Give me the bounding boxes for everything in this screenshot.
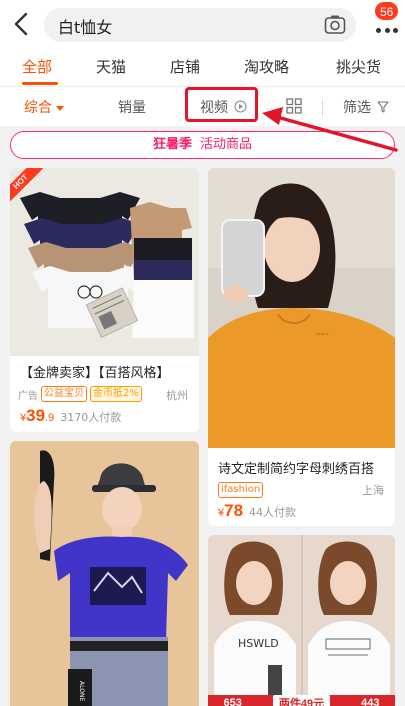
product-card[interactable]: HSWLD 653 两件49元 443 [208, 535, 395, 706]
price-banner: 653 两件49元 443 [208, 695, 395, 706]
product-card[interactable]: ALONE [10, 441, 199, 706]
product-title: 【金牌卖家】【百搭风格】 [20, 366, 170, 381]
shirt-print-text: ~~~ [316, 332, 329, 338]
video-filter-label: 视频 [200, 100, 228, 116]
search-query: 白t恤女 [58, 18, 113, 37]
product-image: HSWLD 653 两件49元 443 [208, 535, 395, 706]
category-tabs: 全部 天猫 店铺 淘攻略 挑尖货 [0, 48, 405, 86]
product-city: 杭州 [166, 389, 188, 402]
back-button[interactable] [10, 11, 32, 37]
product-title: 诗文定制简约字母刺绣百搭 [218, 462, 375, 477]
product-image: ALONE [10, 441, 199, 706]
filter-divider [322, 99, 323, 117]
filter-bar: 综合 销量 视频 筛选 [0, 86, 405, 126]
promo-secondary: 活动商品 [200, 137, 253, 152]
banner-right: 443 [361, 697, 380, 706]
blue-tshirt-model-image: ALONE [10, 441, 199, 706]
grid-view-icon[interactable] [286, 98, 302, 114]
promo-primary: 狂暑季 [152, 137, 192, 152]
tab-tmall[interactable]: 天猫 [96, 56, 126, 77]
filter-button[interactable]: 筛选 [343, 97, 390, 117]
video-filter-button[interactable]: 视频 [200, 97, 247, 117]
product-price: ¥78 44人付款 [218, 501, 296, 521]
tab-all[interactable]: 全部 [22, 56, 52, 77]
top-bar: 白t恤女 56 [0, 0, 405, 48]
ifashion-tag: ifashion [218, 482, 264, 498]
back-arrow-icon [14, 12, 28, 36]
search-input[interactable]: 白t恤女 [44, 8, 356, 42]
sort-comprehensive[interactable]: 综合 [24, 97, 64, 117]
price-decimal: .9 [45, 412, 55, 424]
coin-discount-tag: 金币抵2% [90, 386, 142, 402]
product-image: ~~~ [208, 168, 395, 448]
active-tab-indicator [22, 82, 58, 85]
play-icon [234, 100, 247, 113]
banner-left: 653 [223, 697, 242, 706]
twin-white-tshirt-image: HSWLD [208, 535, 395, 706]
tshirt-stack-image [10, 168, 199, 356]
price-integer: 39 [26, 406, 46, 425]
ad-label: 广告 [18, 390, 38, 402]
product-image: HOT [10, 168, 199, 356]
camera-icon[interactable] [324, 14, 346, 36]
charity-tag: 公益宝贝 [41, 386, 87, 402]
product-tags: 广告 公益宝贝 金币抵2% [18, 386, 142, 402]
shirt-print-left: HSWLD [238, 637, 279, 650]
promo-banner[interactable]: 狂暑季 活动商品 [10, 131, 395, 159]
filter-label: 筛选 [343, 100, 371, 116]
tab-premium[interactable]: 挑尖货 [336, 56, 381, 77]
banner-mid: 两件49元 [272, 695, 331, 706]
orange-tshirt-model-image: ~~~ [208, 168, 395, 448]
product-card[interactable]: ~~~ 诗文定制简约字母刺绣百搭 ifashion 上海 ¥78 44人付款 [208, 168, 395, 526]
bag-print-text: ALONE [78, 681, 85, 701]
tab-stores[interactable]: 店铺 [170, 56, 200, 77]
funnel-icon [377, 101, 390, 113]
price-integer: 78 [224, 501, 244, 520]
sort-sales[interactable]: 销量 [118, 97, 146, 117]
tab-guides[interactable]: 淘攻略 [244, 56, 289, 77]
sales-count: 44人付款 [249, 506, 297, 519]
notification-badge: 56 [374, 1, 400, 21]
more-dots-icon [376, 28, 398, 34]
product-city: 上海 [362, 484, 384, 497]
caret-down-icon [56, 105, 64, 111]
product-card[interactable]: HOT 【金牌卖家】【百搭风格】 广告 公益宝贝 金币抵2% 杭州 ¥39.9 3… [10, 168, 199, 432]
product-price: ¥39.9 3170人付款 [20, 406, 121, 426]
sales-count: 3170人付款 [60, 411, 122, 424]
sort-comprehensive-label: 综合 [24, 100, 52, 116]
